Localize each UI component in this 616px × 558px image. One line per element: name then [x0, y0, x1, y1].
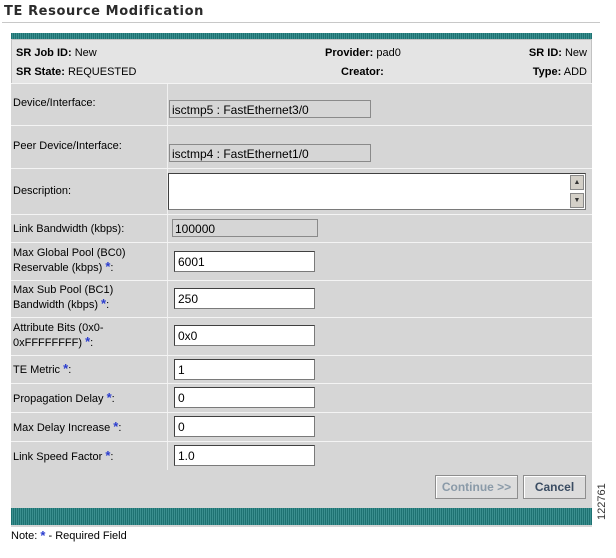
page-title: TE Resource Modification — [4, 4, 204, 19]
sr-state-label: SR State: — [16, 66, 65, 78]
note-suffix: - Required Field — [45, 530, 127, 542]
label-colon: : — [110, 451, 114, 463]
creator: Creator: — [341, 66, 384, 78]
scroll-down-arrow-icon[interactable]: ▼ — [570, 193, 584, 208]
link-speed-factor-input[interactable] — [174, 445, 315, 466]
sr-job-id-label: SR Job ID: — [16, 47, 72, 59]
max-global-pool-label: Max Global Pool (BC0) Reservable (kbps) … — [13, 246, 126, 276]
attribute-bits-row: Attribute Bits (0x0- 0xFFFFFFFF) *: — [11, 317, 592, 356]
max-delay-increase-row: Max Delay Increase *: — [11, 412, 592, 442]
sr-state-value: REQUESTED — [67, 66, 137, 78]
note-prefix: Note: — [11, 530, 41, 542]
column-divider — [167, 318, 168, 356]
label-colon: : — [118, 422, 122, 434]
provider: Provider: pad0 — [325, 47, 401, 59]
sr-state: SR State: REQUESTED — [16, 66, 136, 78]
title-divider — [2, 22, 600, 23]
te-metric-label-text: TE Metric — [13, 364, 64, 376]
max-global-pool-label-line1: Max Global Pool (BC0) — [13, 247, 126, 259]
teal-footer-bar — [11, 508, 592, 525]
column-divider — [167, 442, 168, 470]
sr-id-label: SR ID: — [528, 47, 562, 59]
peer-device-interface-label: Peer Device/Interface: — [13, 140, 122, 152]
provider-value: pad0 — [376, 47, 401, 59]
label-colon: : — [68, 364, 72, 376]
sr-id: SR ID: New — [529, 47, 587, 59]
propagation-delay-input[interactable] — [174, 387, 315, 408]
link-bandwidth-label: Link Bandwidth (kbps): — [13, 223, 125, 235]
column-divider — [167, 84, 168, 126]
device-interface-row: Device/Interface: isctmp5 : FastEthernet… — [11, 83, 592, 126]
scroll-up-arrow-icon[interactable]: ▲ — [570, 175, 584, 190]
link-speed-factor-label-text: Link Speed Factor — [13, 451, 106, 463]
link-speed-factor-label: Link Speed Factor *: — [13, 449, 114, 465]
attribute-bits-input[interactable] — [174, 325, 315, 346]
column-divider — [167, 215, 168, 243]
column-divider — [167, 413, 168, 442]
attribute-bits-label-line2: 0xFFFFFFFF) — [13, 337, 86, 349]
image-id: 122761 — [596, 483, 608, 520]
device-interface-label: Device/Interface: — [13, 97, 96, 109]
device-interface-value: isctmp5 : FastEthernet3/0 — [169, 100, 371, 118]
label-colon: : — [106, 299, 110, 311]
attribute-bits-label: Attribute Bits (0x0- 0xFFFFFFFF) *: — [13, 321, 103, 351]
continue-button[interactable]: Continue >> — [435, 475, 518, 499]
max-delay-increase-label: Max Delay Increase *: — [13, 420, 122, 436]
label-colon: : — [90, 337, 94, 349]
te-metric-label: TE Metric *: — [13, 362, 72, 378]
sr-id-value: New — [564, 47, 587, 59]
type-value: ADD — [563, 66, 587, 78]
provider-label: Provider: — [325, 47, 374, 59]
max-delay-increase-input[interactable] — [174, 416, 315, 437]
propagation-delay-label: Propagation Delay *: — [13, 391, 115, 407]
max-sub-pool-label-line1: Max Sub Pool (BC1) — [13, 284, 114, 296]
propagation-delay-row: Propagation Delay *: — [11, 383, 592, 413]
max-sub-pool-label-line2: Bandwidth (kbps) — [13, 299, 102, 311]
te-resource-form-panel: SR Job ID: New Provider: pad0 SR ID: New… — [11, 33, 592, 527]
label-colon: : — [110, 262, 114, 274]
max-global-pool-label-line2: Reservable (kbps) — [13, 262, 106, 274]
max-delay-increase-label-text: Max Delay Increase — [13, 422, 114, 434]
description-label: Description: — [13, 185, 72, 197]
link-speed-factor-row: Link Speed Factor *: — [11, 441, 592, 470]
description-row: Description: ▲ ▼ — [11, 168, 592, 215]
column-divider — [167, 281, 168, 318]
attribute-bits-label-line1: Attribute Bits (0x0- — [13, 322, 104, 334]
column-divider — [167, 243, 168, 281]
column-divider — [167, 384, 168, 413]
type: Type: ADD — [533, 66, 587, 78]
max-sub-pool-input[interactable] — [174, 288, 315, 309]
link-bandwidth-value: 100000 — [172, 219, 318, 237]
sr-job-id-value: New — [74, 47, 97, 59]
column-divider — [167, 126, 168, 169]
required-field-note: Note: * - Required Field — [11, 529, 127, 542]
type-label: Type: — [532, 66, 562, 78]
cancel-button[interactable]: Cancel — [523, 475, 586, 499]
max-global-pool-input[interactable] — [174, 251, 315, 272]
link-bandwidth-row: Link Bandwidth (kbps): 100000 — [11, 214, 592, 243]
peer-device-interface-value: isctmp4 : FastEthernet1/0 — [169, 144, 371, 162]
te-metric-row: TE Metric *: — [11, 355, 592, 384]
max-sub-pool-label: Max Sub Pool (BC1) Bandwidth (kbps) *: — [13, 283, 113, 313]
column-divider — [167, 356, 168, 384]
max-global-pool-row: Max Global Pool (BC0) Reservable (kbps) … — [11, 242, 592, 281]
max-sub-pool-row: Max Sub Pool (BC1) Bandwidth (kbps) *: — [11, 280, 592, 318]
sr-job-id: SR Job ID: New — [16, 47, 97, 59]
description-textarea[interactable]: ▲ ▼ — [168, 173, 586, 210]
label-colon: : — [111, 393, 115, 405]
creator-label: Creator: — [341, 66, 384, 78]
peer-device-interface-row: Peer Device/Interface: isctmp4 : FastEth… — [11, 125, 592, 169]
te-metric-input[interactable] — [174, 359, 315, 380]
propagation-delay-label-text: Propagation Delay — [13, 393, 107, 405]
